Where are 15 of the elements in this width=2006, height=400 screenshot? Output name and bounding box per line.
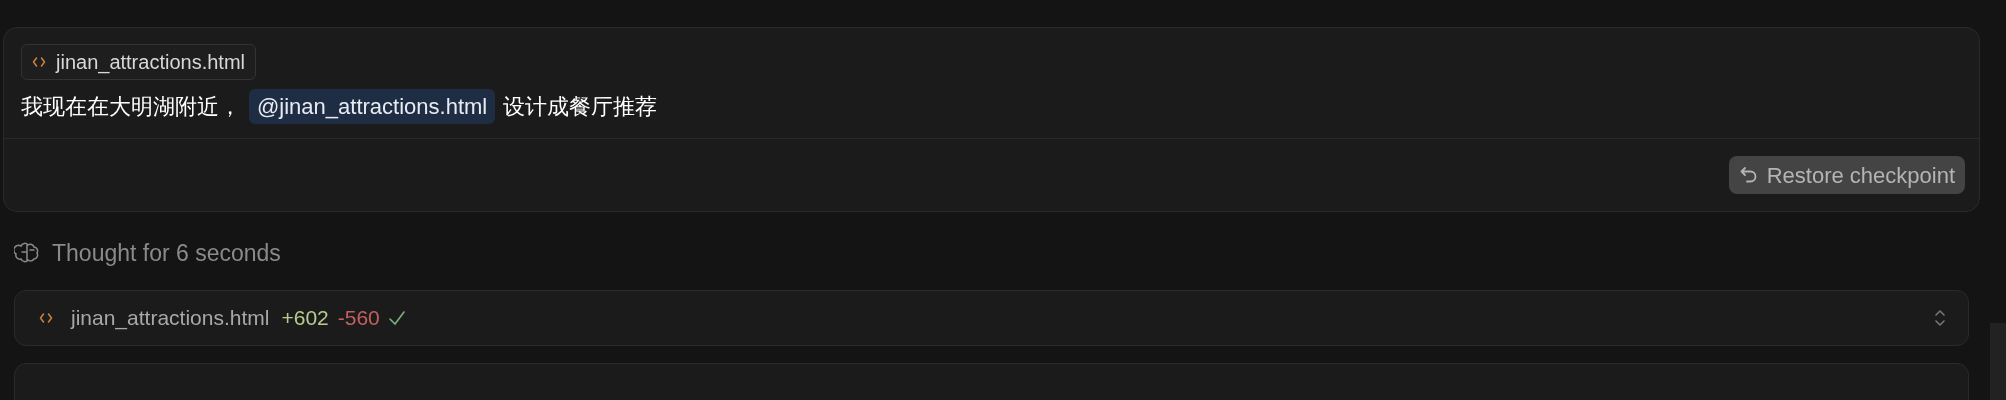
lines-added: +602 [281, 305, 329, 332]
code-icon [39, 312, 53, 324]
undo-icon [1738, 165, 1759, 185]
file-chip[interactable]: jinan_attractions.html [21, 44, 256, 80]
restore-checkpoint-button[interactable]: Restore checkpoint [1728, 156, 1965, 194]
thought-status[interactable]: Thought for 6 seconds [52, 235, 281, 271]
file-change-card[interactable]: jinan_attractions.html +602 -560 [14, 290, 1969, 346]
file-mention[interactable]: @jinan_attractions.html [249, 88, 496, 124]
message-text: 我现在在大明湖附近， [21, 92, 241, 121]
lines-removed: -560 [337, 305, 380, 332]
message-text: 设计成餐厅推荐 [503, 92, 658, 121]
file-name: jinan_attractions.html [71, 305, 270, 332]
expand-icon[interactable] [1934, 308, 1946, 328]
code-icon [32, 56, 46, 68]
brain-icon [14, 242, 40, 264]
